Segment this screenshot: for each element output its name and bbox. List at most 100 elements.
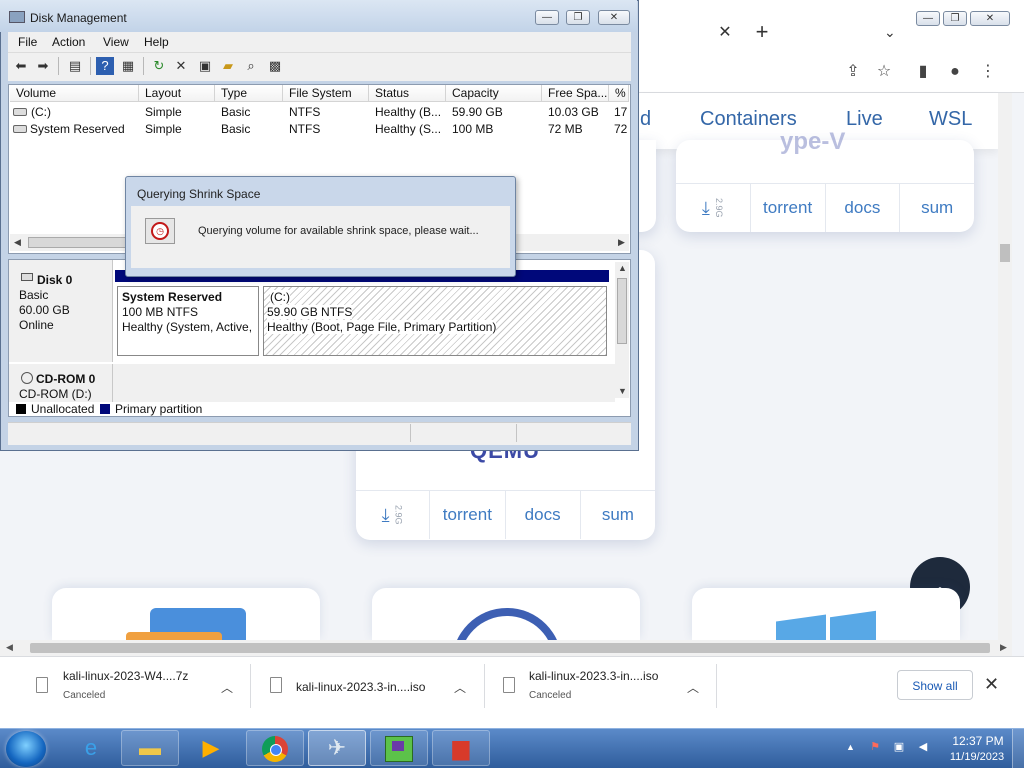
network-icon[interactable]: ▣ [892, 740, 906, 754]
row-free: 10.03 GB [548, 105, 599, 119]
satellite-tool-icon: ✈ [327, 735, 347, 760]
scroll-left-arrow-icon[interactable]: ◀ [6, 642, 13, 653]
hyperv-docs-link[interactable]: docs [824, 184, 900, 232]
partition-sysres-status: Healthy (System, Active, [122, 320, 253, 334]
download-item-3-chevron-icon[interactable]: ︿ [687, 679, 699, 696]
forward-arrow-icon[interactable]: ➡ [34, 57, 52, 75]
row-volume[interactable]: System Reserved [30, 122, 125, 136]
row-capacity: 59.90 GB [452, 105, 503, 119]
delete-icon[interactable]: ✕ [172, 57, 190, 75]
column-layout[interactable]: Layout [139, 85, 215, 102]
column-status[interactable]: Status [369, 85, 446, 102]
hyperv-card-links: ⤓ 2.9G torrent docs sum [676, 183, 974, 232]
disk-management-taskbar-icon [370, 730, 428, 766]
format-icon[interactable]: ▣ [196, 57, 214, 75]
bottom-card-1 [52, 588, 320, 640]
internet-explorer-icon[interactable]: e [62, 730, 120, 766]
nav-link-live[interactable]: Live [846, 108, 883, 131]
close-download-shelf-icon[interactable]: ✕ [984, 674, 999, 695]
qemu-torrent-link[interactable]: torrent [429, 491, 504, 539]
download-item-1-name[interactable]: kali-linux-2023-W4....7z [63, 669, 188, 683]
download-item-3-name[interactable]: kali-linux-2023.3-in....iso [529, 669, 658, 683]
minimize-button[interactable]: — [535, 10, 559, 25]
volume-icon[interactable]: ◀ [916, 740, 930, 754]
column-percent-free[interactable]: % F [609, 85, 629, 102]
column-file-system[interactable]: File System [283, 85, 369, 102]
clock-date[interactable]: 11/19/2023 [942, 751, 1012, 763]
bookmark-star-icon[interactable]: ☆ [874, 62, 894, 82]
column-capacity[interactable]: Capacity [446, 85, 542, 102]
open-folder-icon[interactable]: ▰ [219, 57, 237, 75]
share-icon[interactable]: ⇪ [843, 62, 863, 82]
console-tree-icon[interactable]: ▤ [66, 57, 84, 75]
tray-overflow-icon[interactable]: ▲ [846, 742, 855, 752]
action-center-flag-icon[interactable]: ⚑ [868, 740, 882, 754]
hyperv-sum-link[interactable]: sum [899, 184, 974, 232]
tab-close-icon[interactable]: ✕ [716, 24, 734, 42]
clock-icon: ◷ [151, 222, 169, 240]
browser-minimize-button[interactable]: — [916, 11, 940, 26]
scroll-down-arrow-icon[interactable]: ▼ [618, 386, 627, 396]
tab-list-chevron-icon[interactable]: ⌄ [884, 24, 896, 41]
qemu-download-cell[interactable]: ⤓ 2.9G [356, 491, 429, 539]
browser-maximize-button[interactable]: ❐ [943, 11, 967, 26]
column-type[interactable]: Type [215, 85, 283, 102]
graphical-view-scroll-thumb[interactable] [617, 278, 627, 344]
column-free-space[interactable]: Free Spa... [542, 85, 609, 102]
start-button[interactable] [6, 731, 46, 767]
qemu-docs-link[interactable]: docs [504, 491, 580, 539]
maximize-button[interactable]: ❐ [566, 10, 590, 25]
browser-toolbar [638, 50, 1024, 93]
menu-help[interactable]: Help [144, 35, 169, 49]
disk-0-size: 60.00 GB [19, 303, 70, 317]
legend-unallocated-swatch [16, 404, 26, 414]
browser-menu-icon[interactable]: ⋮ [978, 62, 998, 82]
side-panel-icon[interactable]: ▮ [913, 62, 933, 82]
qemu-sum-link[interactable]: sum [579, 491, 655, 539]
back-arrow-icon[interactable]: ⬅ [12, 57, 30, 75]
scroll-left-arrow-icon[interactable]: ◀ [14, 237, 21, 248]
folder-icon: ▬ [139, 735, 161, 760]
legend-primary-label: Primary partition [115, 402, 203, 416]
row-volume[interactable]: (C:) [31, 105, 51, 119]
profile-avatar-icon[interactable]: ● [945, 62, 965, 82]
scroll-up-arrow-icon[interactable]: ▲ [618, 263, 627, 273]
nav-link-wsl[interactable]: WSL [929, 108, 972, 131]
menu-file[interactable]: File [18, 35, 37, 49]
page-vertical-scroll-thumb[interactable] [1000, 244, 1010, 262]
column-volume[interactable]: Volume [10, 85, 139, 102]
show-desktop-button[interactable] [1012, 729, 1024, 768]
explore-search-icon[interactable]: ⌕ [242, 57, 260, 75]
chrome-icon [246, 730, 304, 766]
windows-logo-left [776, 614, 826, 640]
help-icon[interactable]: ? [96, 57, 114, 75]
toolbox-icon: ▆ [452, 735, 470, 760]
download-item-2-name[interactable]: kali-linux-2023.3-in....iso [296, 680, 425, 694]
refresh-icon[interactable]: ↻ [150, 57, 168, 75]
scroll-right-arrow-icon[interactable]: ▶ [618, 237, 625, 248]
clock-time[interactable]: 12:37 PM [948, 734, 1008, 748]
volume-drive-icon [13, 125, 27, 133]
show-all-downloads-button[interactable]: Show all [897, 670, 973, 700]
download-item-2-chevron-icon[interactable]: ︿ [454, 679, 466, 696]
hyperv-torrent-link[interactable]: torrent [749, 184, 825, 232]
media-player-icon[interactable]: ▶ [182, 730, 240, 766]
row-capacity: 100 MB [452, 122, 494, 136]
bottom-card-3 [692, 588, 960, 640]
download-item-1-chevron-icon[interactable]: ︿ [221, 679, 233, 696]
menu-view[interactable]: View [103, 35, 129, 49]
page-vertical-scrollbar[interactable] [998, 93, 1012, 653]
nav-link-partial[interactable]: d [640, 108, 651, 131]
new-tab-icon[interactable]: + [752, 21, 772, 43]
properties-icon[interactable]: ▦ [119, 57, 137, 75]
browser-close-button[interactable]: ✕ [970, 11, 1010, 26]
page-horizontal-scroll-thumb[interactable] [30, 643, 990, 653]
download-icon: ⤓ [381, 504, 390, 525]
hyperv-download-cell[interactable]: ⤓ 2.9G [676, 184, 750, 232]
rescan-icon[interactable]: ▩ [266, 57, 284, 75]
scroll-right-arrow-icon[interactable]: ▶ [1000, 642, 1007, 653]
menu-action[interactable]: Action [52, 35, 85, 49]
volume-list-scroll-thumb[interactable] [28, 237, 138, 248]
close-button[interactable]: ✕ [598, 10, 630, 25]
partition-sysres-size: 100 MB NTFS [122, 305, 199, 319]
